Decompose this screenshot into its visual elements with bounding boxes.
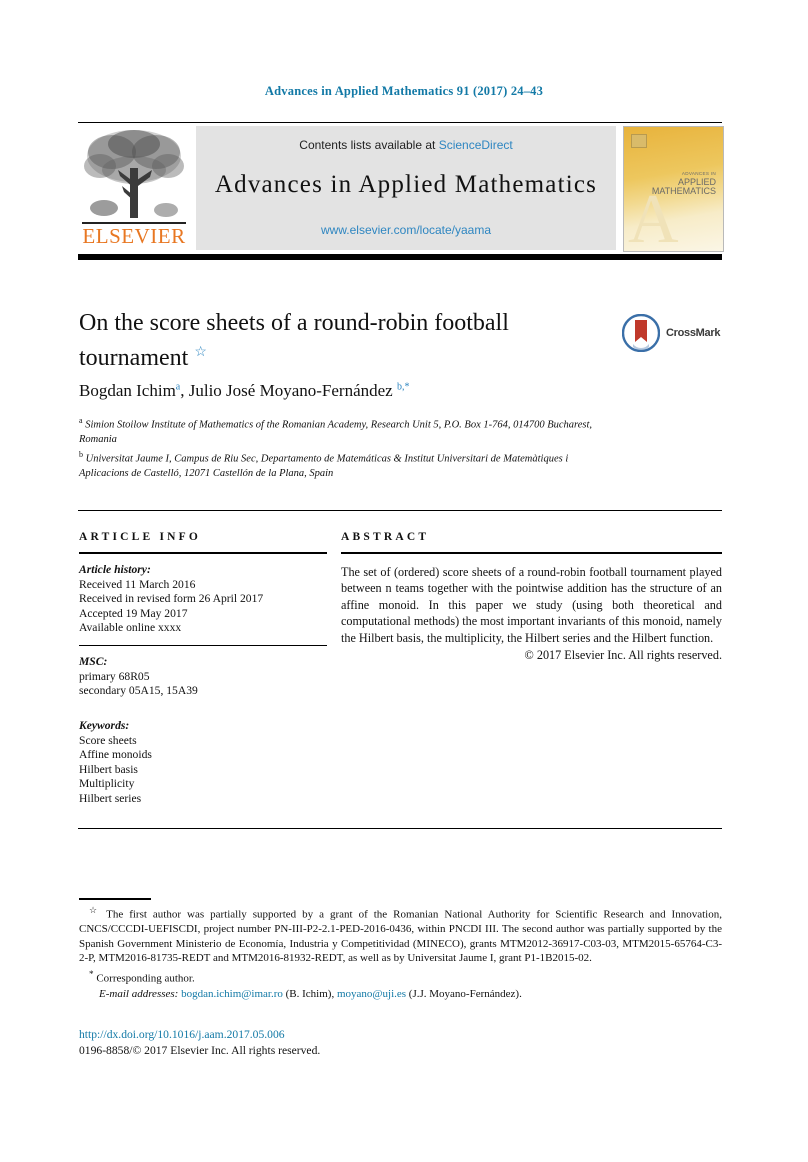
email-link-1[interactable]: bogdan.ichim@imar.ro (181, 988, 283, 1000)
crossmark-icon (622, 314, 660, 352)
keywords-block: Keywords: Score sheets Affine monoids Hi… (79, 719, 327, 807)
masthead-top-rule (78, 122, 722, 123)
keywords-label: Keywords: (79, 718, 130, 732)
doi-link[interactable]: http://dx.doi.org/10.1016/j.aam.2017.05.… (79, 1027, 722, 1043)
page-title: On the score sheets of a round-robin foo… (79, 308, 579, 373)
issn-copyright-line: 0196-8858/© 2017 Elsevier Inc. All right… (79, 1043, 321, 1057)
masthead-bottom-rule (78, 254, 722, 260)
msc-item: secondary 05A15, 15A39 (79, 684, 198, 698)
email-footnote: E-mail addresses: bogdan.ichim@imar.ro (… (79, 987, 722, 1002)
contents-box: Contents lists available at ScienceDirec… (196, 126, 616, 250)
history-msc-divider (79, 644, 327, 647)
elsevier-tree-icon (82, 126, 186, 224)
history-item: Accepted 19 May 2017 (79, 606, 188, 620)
history-item: Received in revised form 26 April 2017 (79, 592, 264, 606)
corresponding-author-marker: * (89, 969, 94, 980)
elsevier-wordmark: ELSEVIER (82, 224, 186, 248)
abstract-text: The set of (ordered) score sheets of a r… (341, 565, 722, 645)
footnote-separator-rule (79, 898, 151, 900)
contents-prefix: Contents lists available at (299, 138, 439, 152)
keyword-item: Hilbert basis (79, 762, 138, 776)
affiliation-b-marker: b (79, 449, 83, 459)
crossmark-label: CrossMark (666, 327, 721, 339)
crossmark-badge[interactable]: CrossMark (622, 314, 728, 356)
msc-block: MSC: primary 68R05 secondary 05A15, 15A3… (79, 655, 327, 699)
abstract-copyright: © 2017 Elsevier Inc. All rights reserved… (524, 648, 722, 663)
funding-footnote-text: The first author was partially supported… (79, 908, 722, 965)
article-info-heading: ARTICLE INFO (79, 531, 202, 543)
email-label: E-mail addresses: (99, 988, 179, 1001)
journal-homepage-link[interactable]: www.elsevier.com/locate/yaama (196, 223, 616, 237)
info-section-top-rule (78, 510, 722, 512)
title-footnote-marker[interactable]: ☆ (194, 345, 207, 360)
abstract-heading: ABSTRACT (341, 531, 430, 543)
cover-logo-badge (631, 134, 647, 148)
affiliation-b: b Universitat Jaume I, Campus de Riu Sec… (79, 448, 619, 482)
author-2-affiliation-marker: b,* (396, 381, 410, 393)
affiliation-a: a Simion Stoilow Institute of Mathematic… (79, 414, 619, 448)
article-info-column: ARTICLE INFO Article history: Received 1… (79, 531, 327, 807)
funding-footnote-marker: ☆ (89, 905, 101, 915)
author-list: Bogdan Ichima, Julio José Moyano-Fernánd… (79, 381, 410, 400)
affiliation-list: a Simion Stoilow Institute of Mathematic… (79, 414, 619, 481)
article-info-heading-rule (79, 552, 327, 554)
footnotes-block: ☆ The first author was partially support… (79, 903, 722, 1002)
author-1-affiliation-marker: a (175, 381, 181, 393)
article-title-text: On the score sheets of a round-robin foo… (79, 310, 509, 371)
elsevier-logo: ELSEVIER (78, 126, 190, 252)
abstract-heading-rule (341, 552, 722, 554)
email-owner-2: (J.J. Moyano-Fernández). (408, 988, 522, 1001)
article-history-label: Article history: (79, 563, 151, 576)
author-name-1: Bogdan Ichim (79, 381, 176, 400)
footer-identifiers: http://dx.doi.org/10.1016/j.aam.2017.05.… (79, 1027, 722, 1058)
corresponding-author-footnote: * Corresponding author. (79, 967, 722, 986)
msc-label: MSC: (79, 655, 108, 669)
history-item: Received 11 March 2016 (79, 577, 196, 591)
article-history-block: Article history: Received 11 March 2016 … (79, 563, 327, 636)
abstract-column: ABSTRACT The set of (ordered) score shee… (341, 531, 722, 663)
journal-masthead: ELSEVIER Contents lists available at Sci… (78, 124, 724, 252)
journal-cover-thumbnail: A ADVANCES IN APPLIED MATHEMATICS (623, 126, 724, 252)
journal-article-page: Advances in Applied Mathematics 91 (2017… (0, 0, 808, 1162)
keyword-item: Score sheets (79, 733, 137, 747)
keyword-item: Hilbert series (79, 791, 142, 805)
corresponding-author-text: Corresponding author. (96, 972, 195, 985)
cover-title-text: ADVANCES IN APPLIED MATHEMATICS (644, 169, 716, 196)
affiliation-a-marker: a (79, 416, 83, 425)
history-item: Available online xxxx (79, 621, 182, 635)
journal-title: Advances in Applied Mathematics (214, 171, 598, 198)
keyword-item: Affine monoids (79, 748, 152, 762)
funding-footnote: ☆ The first author was partially support… (79, 903, 722, 966)
affiliation-b-text: Universitat Jaume I, Campus de Riu Sec, … (79, 453, 569, 479)
footnotes-top-rule (78, 828, 722, 830)
contents-available-line: Contents lists available at ScienceDirec… (196, 138, 616, 152)
keyword-item: Multiplicity (79, 777, 135, 791)
affiliation-a-text: Simion Stoilow Institute of Mathematics … (79, 419, 593, 446)
email-owner-1: (B. Ichim), (285, 988, 335, 1001)
sciencedirect-link[interactable]: ScienceDirect (439, 138, 513, 152)
author-name-2: Julio José Moyano-Fernández (188, 381, 393, 400)
cover-title-line3: MATHEMATICS (651, 186, 716, 196)
email-link-2[interactable]: moyano@uji.es (337, 988, 406, 1000)
running-head: Advances in Applied Mathematics 91 (2017… (264, 84, 544, 98)
msc-item: primary 68R05 (79, 669, 150, 683)
